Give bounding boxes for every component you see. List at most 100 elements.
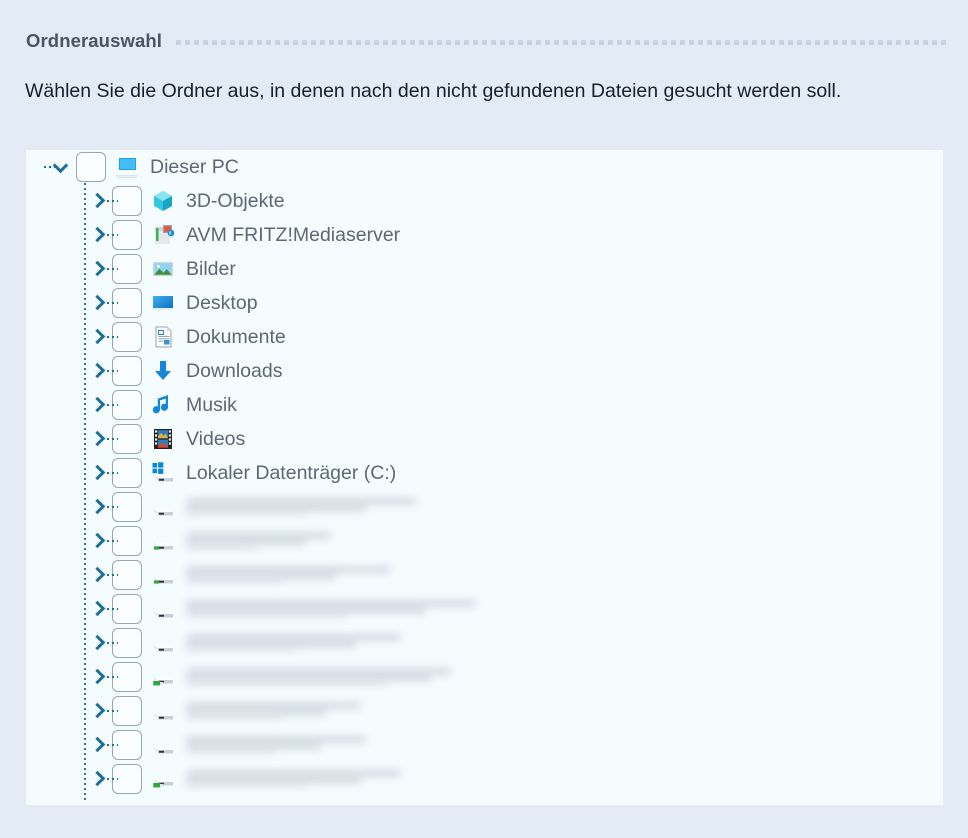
tree-row[interactable] bbox=[26, 762, 943, 796]
tree-row[interactable]: Musik bbox=[26, 388, 943, 422]
tree-row[interactable]: Dokumente bbox=[26, 320, 943, 354]
chevron-right-icon[interactable] bbox=[84, 422, 118, 456]
redacted-label bbox=[186, 698, 361, 724]
redacted-label bbox=[186, 562, 391, 588]
tree-row[interactable] bbox=[26, 524, 943, 558]
chevron-glyph bbox=[90, 636, 104, 650]
system-drive-icon bbox=[150, 460, 176, 486]
tree-item-label: Lokaler Datenträger (C:) bbox=[186, 462, 397, 484]
drive-icon bbox=[150, 494, 176, 520]
drive-icon bbox=[150, 732, 176, 758]
redacted-label bbox=[186, 766, 401, 792]
chevron-glyph bbox=[90, 330, 104, 344]
drive-icon bbox=[150, 630, 176, 656]
page-title: Ordnerauswahl bbox=[26, 30, 162, 51]
folder-tree-panel[interactable]: Dieser PC 3D-Objekte AVM FRITZ!Mediaserv… bbox=[26, 150, 943, 805]
chevron-glyph bbox=[90, 738, 104, 752]
chevron-right-icon[interactable] bbox=[84, 286, 118, 320]
videos-icon bbox=[150, 426, 176, 452]
tree-item-label: Dokumente bbox=[186, 326, 286, 348]
chevron-glyph bbox=[90, 398, 104, 412]
chevron-glyph bbox=[54, 160, 68, 174]
chevron-right-icon[interactable] bbox=[84, 524, 118, 558]
tree-row[interactable] bbox=[26, 592, 943, 626]
tree-item-label: Videos bbox=[186, 428, 246, 450]
chevron-right-icon[interactable] bbox=[84, 694, 118, 728]
tree-row[interactable] bbox=[26, 660, 943, 694]
redacted-label bbox=[186, 732, 366, 758]
redacted-label bbox=[186, 596, 476, 622]
desktop-icon bbox=[150, 290, 176, 316]
chevron-right-icon[interactable] bbox=[84, 456, 118, 490]
drive-green-icon bbox=[150, 562, 176, 588]
tree-item-label: Musik bbox=[186, 394, 237, 416]
tree-row[interactable]: Lokaler Datenträger (C:) bbox=[26, 456, 943, 490]
folder-tree[interactable]: Dieser PC 3D-Objekte AVM FRITZ!Mediaserv… bbox=[26, 150, 943, 796]
tree-item-label: Dieser PC bbox=[150, 156, 239, 178]
tree-item-label: Desktop bbox=[186, 292, 258, 314]
chevron-right-icon[interactable] bbox=[84, 558, 118, 592]
downloads-icon bbox=[150, 358, 176, 384]
chevron-glyph bbox=[90, 296, 104, 310]
chevron-glyph bbox=[90, 228, 104, 242]
tree-item-label: AVM FRITZ!Mediaserver bbox=[186, 224, 401, 246]
chevron-glyph bbox=[90, 704, 104, 718]
chevron-glyph bbox=[90, 602, 104, 616]
tree-item-label: 3D-Objekte bbox=[186, 190, 285, 212]
tree-row-root[interactable]: Dieser PC bbox=[26, 150, 943, 184]
tree-row[interactable]: 3D-Objekte bbox=[26, 184, 943, 218]
chevron-glyph bbox=[90, 194, 104, 208]
chevron-right-icon[interactable] bbox=[84, 660, 118, 694]
chevron-right-icon[interactable] bbox=[84, 184, 118, 218]
tree-row[interactable] bbox=[26, 558, 943, 592]
3d-objects-icon bbox=[150, 188, 176, 214]
tree-row[interactable]: Videos bbox=[26, 422, 943, 456]
chevron-right-icon[interactable] bbox=[84, 490, 118, 524]
redacted-label bbox=[186, 664, 451, 690]
tree-row[interactable]: AVM FRITZ!Mediaserver bbox=[26, 218, 943, 252]
instruction-text: Wählen Sie die Ordner aus, in denen nach… bbox=[25, 80, 842, 102]
chevron-glyph bbox=[90, 262, 104, 276]
drive-icon bbox=[150, 698, 176, 724]
chevron-glyph bbox=[90, 364, 104, 378]
chevron-right-icon[interactable] bbox=[84, 626, 118, 660]
folder-checkbox[interactable] bbox=[76, 152, 106, 182]
chevron-right-icon[interactable] bbox=[84, 592, 118, 626]
tree-item-label: Bilder bbox=[186, 258, 236, 280]
tree-row[interactable] bbox=[26, 728, 943, 762]
chevron-right-icon[interactable] bbox=[84, 252, 118, 286]
tree-row[interactable] bbox=[26, 490, 943, 524]
tree-item-label: Downloads bbox=[186, 360, 283, 382]
header-dotted-rule bbox=[175, 40, 946, 45]
drive-icon bbox=[150, 596, 176, 622]
redacted-label bbox=[186, 528, 331, 554]
pictures-icon bbox=[150, 256, 176, 282]
chevron-right-icon[interactable] bbox=[84, 728, 118, 762]
tree-row[interactable]: Bilder bbox=[26, 252, 943, 286]
chevron-right-icon[interactable] bbox=[84, 354, 118, 388]
chevron-glyph bbox=[90, 500, 104, 514]
media-server-icon bbox=[150, 222, 176, 248]
chevron-glyph bbox=[90, 568, 104, 582]
drive-green-usb-icon bbox=[150, 664, 176, 690]
drive-green-usb-icon bbox=[150, 766, 176, 792]
chevron-glyph bbox=[90, 432, 104, 446]
tree-row[interactable]: Desktop bbox=[26, 286, 943, 320]
music-icon bbox=[150, 392, 176, 418]
tree-row[interactable] bbox=[26, 626, 943, 660]
chevron-glyph bbox=[90, 772, 104, 786]
chevron-right-icon[interactable] bbox=[84, 388, 118, 422]
documents-icon bbox=[150, 324, 176, 350]
redacted-label bbox=[186, 630, 401, 656]
chevron-down-icon[interactable] bbox=[44, 150, 74, 184]
chevron-right-icon[interactable] bbox=[84, 320, 118, 354]
chevron-right-icon[interactable] bbox=[84, 762, 118, 796]
chevron-glyph bbox=[90, 670, 104, 684]
section-header: Ordnerauswahl bbox=[26, 28, 946, 54]
chevron-right-icon[interactable] bbox=[84, 218, 118, 252]
chevron-glyph bbox=[90, 466, 104, 480]
chevron-glyph bbox=[90, 534, 104, 548]
redacted-label bbox=[186, 494, 416, 520]
tree-row[interactable]: Downloads bbox=[26, 354, 943, 388]
tree-row[interactable] bbox=[26, 694, 943, 728]
